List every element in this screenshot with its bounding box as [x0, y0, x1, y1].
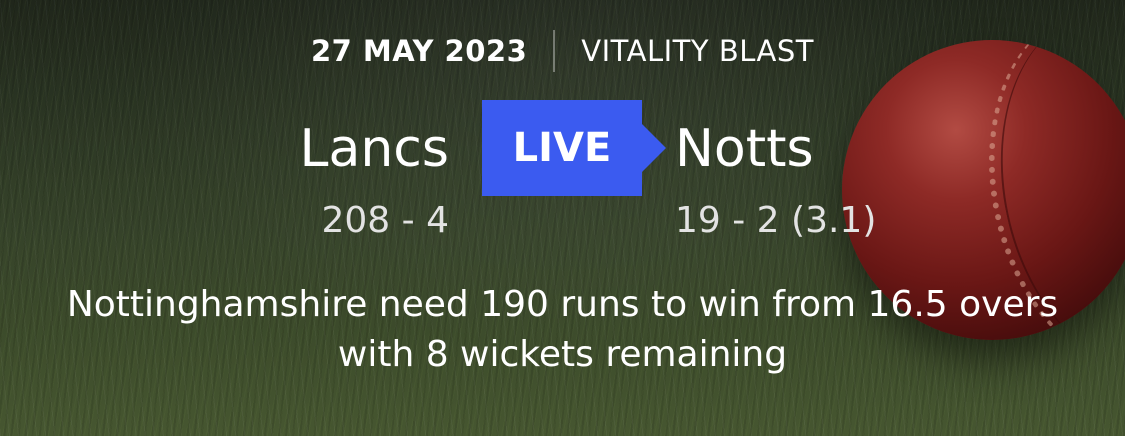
teams-row: Lancs LIVE Notts	[0, 100, 1125, 196]
home-team-score: 208 - 4	[321, 200, 450, 241]
match-info: 27 MAY 2023 VITALITY BLAST Lancs LIVE No…	[0, 0, 1125, 436]
home-team-name: Lancs	[299, 119, 449, 179]
away-team-score: 19 - 2 (3.1)	[675, 200, 877, 241]
match-meta: 27 MAY 2023 VITALITY BLAST	[0, 30, 1125, 72]
meta-divider	[553, 30, 556, 72]
match-date: 27 MAY 2023	[310, 34, 528, 68]
competition-name: VITALITY BLAST	[581, 34, 815, 68]
match-scoreboard: 27 MAY 2023 VITALITY BLAST Lancs LIVE No…	[0, 0, 1125, 436]
live-badge-label: LIVE	[512, 125, 612, 171]
away-team-name: Notts	[675, 119, 814, 179]
live-badge: LIVE	[482, 100, 666, 196]
match-summary: Nottinghamshire need 190 runs to win fro…	[66, 284, 1059, 375]
